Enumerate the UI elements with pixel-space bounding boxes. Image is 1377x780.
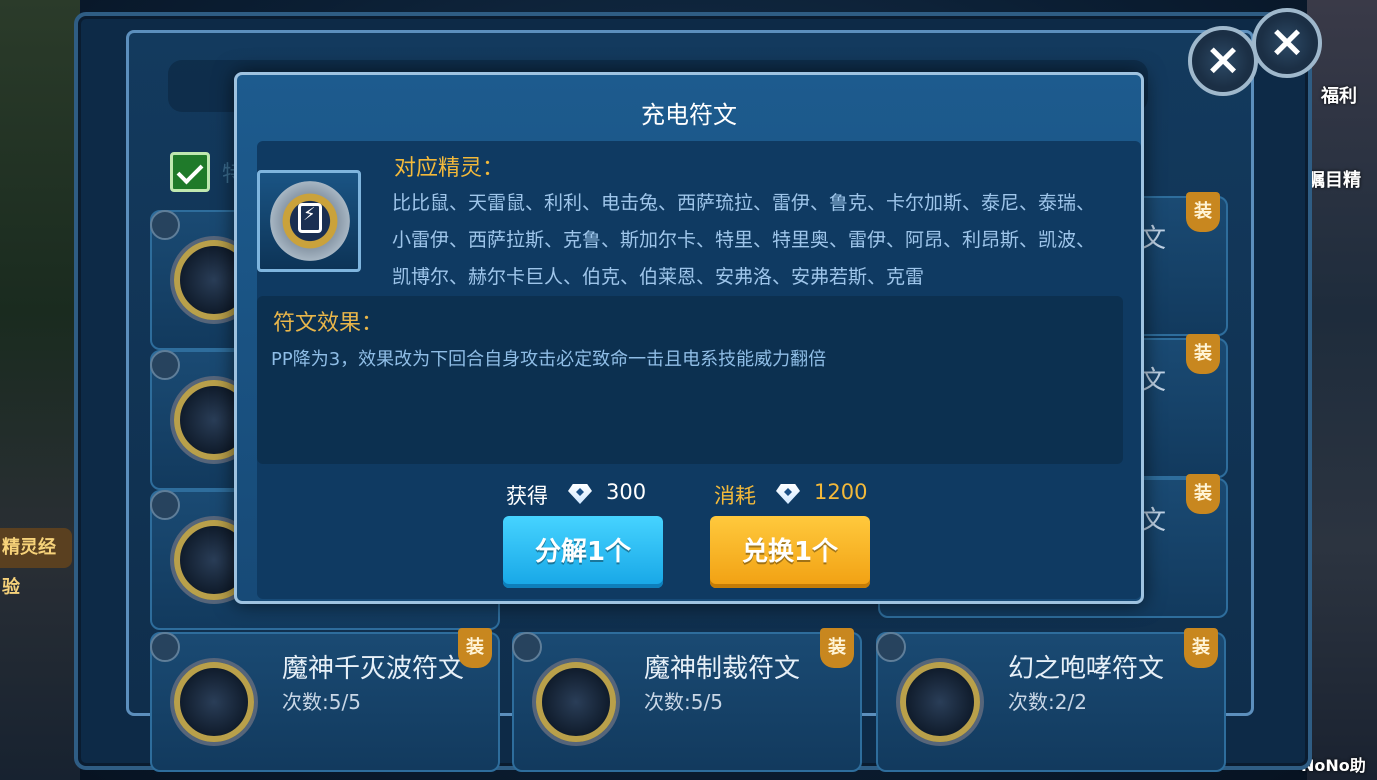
rune-card-count: 次数:5/5 [282,690,361,714]
rune-card[interactable]: 魔神千灭波符文 次数:5/5 装 [150,628,500,772]
element-icon [150,350,180,380]
crystal-icon [566,478,596,506]
equip-tag: 装 [820,628,854,668]
element-icon [876,632,906,662]
modal-close-icon[interactable]: × [1188,26,1258,96]
welfare-label[interactable]: 福利 [1321,82,1357,108]
modal-title: 充电符文 [641,101,737,129]
obtain-label: 获得 [506,484,548,508]
game-screen: 福利 瞩目精 NoNo助 精灵经验 所有 系别 49314 特 × × 文装 符… [0,0,1377,780]
sprites-list: 比比鼠、天雷鼠、利利、电击兔、西萨琉拉、雷伊、鲁克、卡尔加斯、泰尼、泰瑞、小雷伊… [392,192,1096,288]
cost-label: 消耗 [714,484,756,508]
sprites-label: 对应精灵： [394,156,505,181]
rune-card-count: 次数:5/5 [644,690,723,714]
background-left-deco [0,0,80,780]
effect-label: 符文效果： [273,311,384,336]
cost-value: 1200 [814,480,868,504]
rune-ring-icon [536,662,616,742]
rune-card[interactable]: 魔神制裁符文 次数:5/5 装 [512,628,862,772]
obtain-value: 300 [606,480,647,504]
effect-text: PP降为3，效果改为下回合自身攻击必定致命一击且电系技能威力翻倍 [271,349,827,370]
crystal-icon [774,478,804,506]
exchange-button[interactable]: 兑换1个 [710,516,870,588]
equip-tag: 装 [1184,628,1218,668]
element-icon [150,632,180,662]
effect-box [257,296,1123,464]
filter-checkbox[interactable] [170,152,210,192]
background-right-deco: 福利 瞩目精 NoNo助 [1301,0,1377,780]
featured-label[interactable]: 瞩目精 [1307,166,1361,192]
rune-card[interactable]: 幻之咆哮符文 次数:2/2 装 [876,628,1226,772]
rune-card-count: 次数:2/2 [1008,690,1087,714]
outer-close-icon[interactable]: × [1252,8,1322,78]
element-icon [512,632,542,662]
equip-tag: 装 [1186,192,1220,232]
charge-rune-icon [257,170,361,272]
equip-tag: 装 [458,628,492,668]
sprite-exp-badge[interactable]: 精灵经验 [0,528,72,598]
equip-tag: 装 [1186,474,1220,514]
equip-tag: 装 [1186,334,1220,374]
battery-bolt-icon [298,203,322,233]
rune-card-name: 魔神千灭波符文 [282,654,465,684]
fire-element-icon [150,210,180,240]
decompose-button[interactable]: 分解1个 [503,516,663,588]
rune-card-name: 幻之咆哮符文 [1008,654,1165,684]
rune-ring-icon [900,662,980,742]
element-icon [150,490,180,520]
rune-card-name: 魔神制裁符文 [644,654,801,684]
rune-ring-icon [174,662,254,742]
